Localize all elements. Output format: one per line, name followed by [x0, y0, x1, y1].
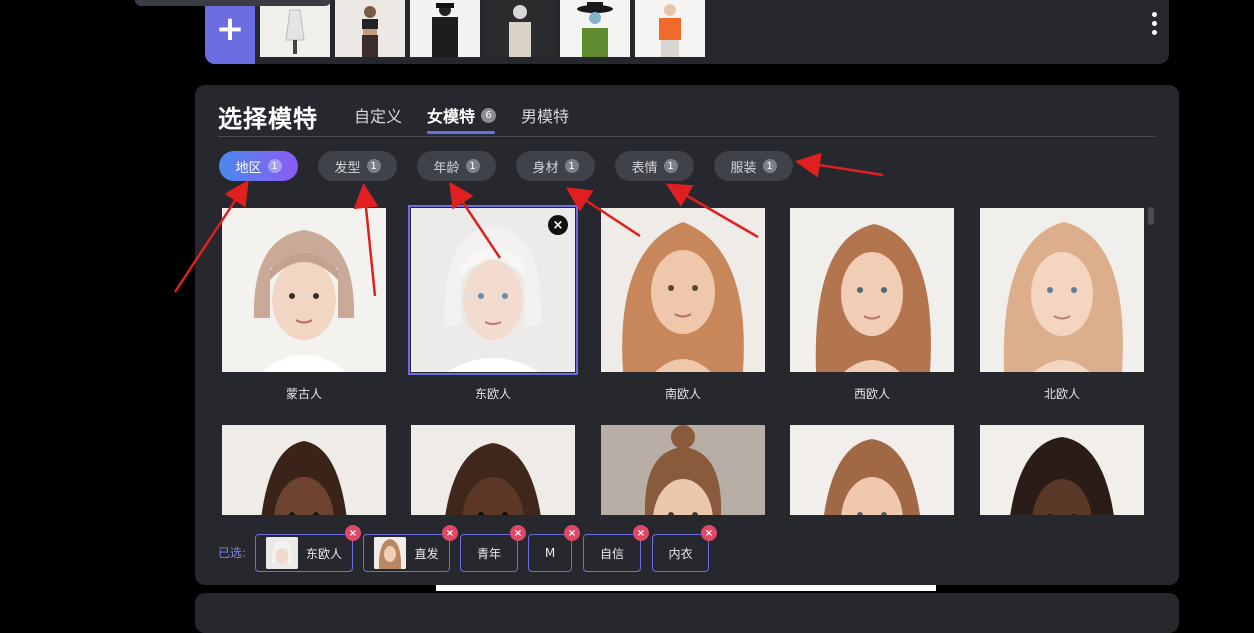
panel-title: 选择模特	[218, 105, 318, 133]
model-label-mongolian: 蒙古人	[285, 387, 322, 401]
filter-age-label: 年龄	[433, 160, 460, 176]
chip-label-straight-hair: 直发	[414, 546, 439, 561]
filter-clothing-label: 服装	[730, 160, 757, 176]
model-portrait-mongolian	[222, 208, 386, 372]
more-options-icon[interactable]	[1151, 12, 1157, 35]
filter-expression-badge: 1	[663, 159, 678, 173]
model-card-north-european[interactable]	[980, 208, 1144, 372]
remove-chip-confident-icon[interactable]: ×	[633, 525, 649, 541]
model-card-east-european[interactable]: ×	[408, 205, 578, 375]
filter-age-badge: 1	[465, 159, 480, 173]
tab-custom[interactable]: 自定义	[354, 103, 402, 127]
filter-body-badge: 1	[564, 159, 579, 173]
chip-label-size-m: M	[544, 546, 556, 560]
remove-chip-underwear-icon[interactable]: ×	[701, 525, 717, 541]
thumbnail-hat-mannequin[interactable]	[560, 0, 630, 57]
selected-filters-bar: 已选: 东欧人 × 直发 × 青年 × M × 自信 × 内衣 ×	[195, 515, 1179, 585]
tabs-divider	[218, 136, 1155, 137]
filter-region[interactable]: 地区 1	[219, 151, 298, 181]
chip-label-youth: 青年	[476, 546, 501, 561]
chip-label-east-european: 东欧人	[305, 546, 342, 561]
remove-chip-straight-hair-icon[interactable]: ×	[442, 525, 458, 541]
tab-custom-label: 自定义	[354, 107, 403, 126]
grid-scrollbar[interactable]	[1148, 207, 1154, 225]
active-tab-indicator	[427, 131, 495, 134]
tab-female-count-badge: 6	[481, 107, 497, 123]
model-label-east-european: 东欧人	[474, 387, 511, 401]
chip-thumbnail-straight-hair	[374, 537, 407, 569]
chip-label-confident: 自信	[599, 546, 624, 561]
thumbnail-hanger-dress[interactable]	[260, 0, 330, 57]
tab-female-label: 女模特	[427, 107, 476, 126]
remove-chip-east-european-icon[interactable]: ×	[345, 525, 361, 541]
selected-label: 已选:	[218, 546, 247, 560]
model-portrait-west-european	[790, 208, 954, 372]
filter-hairstyle-badge: 1	[366, 159, 381, 173]
selected-chip-underwear[interactable]: 内衣 ×	[652, 525, 717, 572]
chip-label-underwear: 内衣	[668, 546, 693, 561]
filter-clothing-badge: 1	[762, 159, 777, 173]
model-card-south-european[interactable]	[601, 208, 765, 372]
selected-chip-straight-hair[interactable]: 直发 ×	[363, 525, 458, 572]
filter-body-label: 身材	[532, 160, 559, 176]
filter-expression-label: 表情	[631, 160, 658, 176]
model-card-mongolian[interactable]	[222, 208, 386, 372]
model-card-west-european[interactable]	[790, 208, 954, 372]
selected-chip-size-m[interactable]: M ×	[528, 525, 580, 572]
filter-hairstyle[interactable]: 发型 1	[318, 151, 397, 181]
add-item-button[interactable]: +	[205, 0, 255, 64]
model-label-south-european: 南欧人	[664, 387, 701, 401]
selected-chip-youth[interactable]: 青年 ×	[460, 525, 526, 572]
selected-chip-east-european[interactable]: 东欧人 ×	[255, 525, 361, 572]
top-dark-tab	[135, 0, 331, 6]
remove-chip-youth-icon[interactable]: ×	[510, 525, 526, 541]
model-portrait-south-european	[601, 208, 765, 372]
deselect-model-icon[interactable]: ×	[548, 215, 568, 235]
filter-region-label: 地区	[235, 160, 262, 176]
model-label-west-european: 西欧人	[853, 387, 890, 401]
thumbnail-coat-mannequin[interactable]	[485, 0, 555, 57]
selected-chip-confident[interactable]: 自信 ×	[583, 525, 649, 572]
thumbnail-crop-top-model[interactable]	[335, 0, 405, 57]
filter-hairstyle-label: 发型	[334, 160, 361, 176]
remove-chip-size-m-icon[interactable]: ×	[564, 525, 580, 541]
thumbnail-orange-sweater-model[interactable]	[635, 0, 705, 57]
filter-clothing[interactable]: 服装 1	[714, 151, 793, 181]
tab-male-models[interactable]: 男模特	[521, 103, 569, 127]
filter-region-badge: 1	[267, 159, 282, 173]
model-selection-panel: 选择模特 自定义 女模特 6 男模特 地区 1 发型 1 年龄 1 身材 1 表…	[195, 85, 1179, 585]
filter-body[interactable]: 身材 1	[516, 151, 595, 181]
thumbnail-suited-mannequin[interactable]	[410, 0, 480, 57]
model-portrait-north-european	[980, 208, 1144, 372]
filter-expression[interactable]: 表情 1	[615, 151, 694, 181]
next-panel	[195, 593, 1179, 633]
tab-female-models[interactable]: 女模特 6	[427, 103, 497, 127]
tab-male-label: 男模特	[521, 107, 570, 126]
underlying-content-strip	[436, 585, 936, 591]
filter-age[interactable]: 年龄 1	[417, 151, 496, 181]
model-portrait-east-european	[411, 208, 575, 372]
top-thumbnail-strip: +	[205, 0, 1169, 64]
chip-thumbnail-east-european	[265, 537, 298, 569]
model-label-north-european: 北欧人	[1043, 387, 1080, 401]
